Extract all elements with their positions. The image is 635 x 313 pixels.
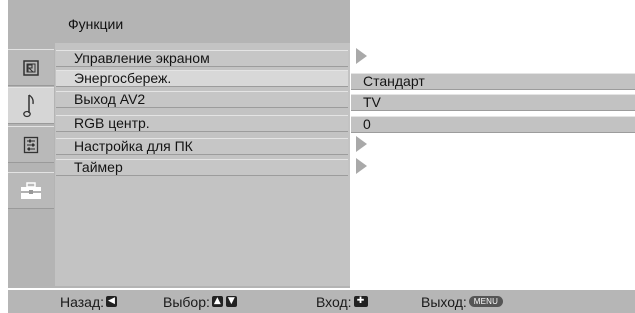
menu-item-label: Энергосбереж.	[74, 70, 172, 86]
category-setup[interactable]	[8, 126, 54, 163]
features-icon	[21, 181, 41, 199]
hint-enter: Вход: ✚	[316, 290, 368, 313]
menu-item-av2-output[interactable]: Выход AV2	[56, 91, 348, 108]
submenu-arrow-icon[interactable]	[356, 48, 367, 64]
submenu-arrow-icon[interactable]	[356, 158, 367, 174]
menu-item-power-saving[interactable]: Энергосбереж.	[56, 70, 348, 87]
sound-icon	[23, 93, 34, 117]
category-features[interactable]	[8, 172, 54, 209]
page-title: Функции	[68, 16, 124, 32]
menu-button-icon: MENU	[468, 296, 504, 307]
enter-cross-icon: ✚	[353, 296, 368, 307]
picture-icon	[23, 59, 39, 76]
hint-select-label: Выбор:	[163, 293, 210, 310]
value-av2-output[interactable]: TV	[351, 94, 635, 111]
hint-back-label: Назад:	[60, 293, 105, 310]
hint-enter-label: Вход:	[316, 293, 352, 310]
value-text: TV	[363, 94, 381, 110]
setup-icon	[23, 136, 39, 153]
submenu-arrow-icon[interactable]	[356, 136, 367, 152]
value-text: Стандарт	[363, 73, 425, 89]
arrow-left-icon: ◀	[106, 296, 118, 307]
menu-item-label: Выход AV2	[74, 91, 146, 107]
menu-item-label: Настройка для ПК	[74, 138, 193, 154]
hint-select: Выбор: ▲ ▼	[163, 290, 237, 313]
hint-exit-label: Выход:	[421, 293, 467, 310]
category-sound[interactable]	[8, 87, 54, 124]
hint-exit: Выход: MENU	[421, 290, 504, 313]
value-power-saving[interactable]: Стандарт	[351, 73, 635, 90]
value-rgb-center[interactable]: 0	[351, 116, 635, 133]
menu-item-label: Таймер	[74, 159, 123, 175]
menu-item-rgb-center[interactable]: RGB центр.	[56, 115, 348, 132]
frame-bottom	[8, 286, 350, 288]
menu-item-pc-setup[interactable]: Настройка для ПК	[56, 138, 348, 155]
hint-back: Назад: ◀	[60, 290, 118, 313]
value-text: 0	[363, 116, 371, 132]
arrow-down-icon: ▼	[225, 296, 237, 307]
menu-item-label: RGB центр.	[74, 115, 150, 131]
menu-item-label: Управление экраном	[74, 50, 210, 66]
category-picture[interactable]	[8, 49, 54, 86]
footer-hints: Назад: ◀ Выбор: ▲ ▼ Вход: ✚ Выход: MENU	[8, 290, 635, 313]
arrow-up-icon: ▲	[211, 296, 223, 307]
title-bar	[8, 0, 350, 43]
menu-item-screen-control[interactable]: Управление экраном	[56, 50, 348, 67]
menu-item-timer[interactable]: Таймер	[56, 159, 348, 176]
